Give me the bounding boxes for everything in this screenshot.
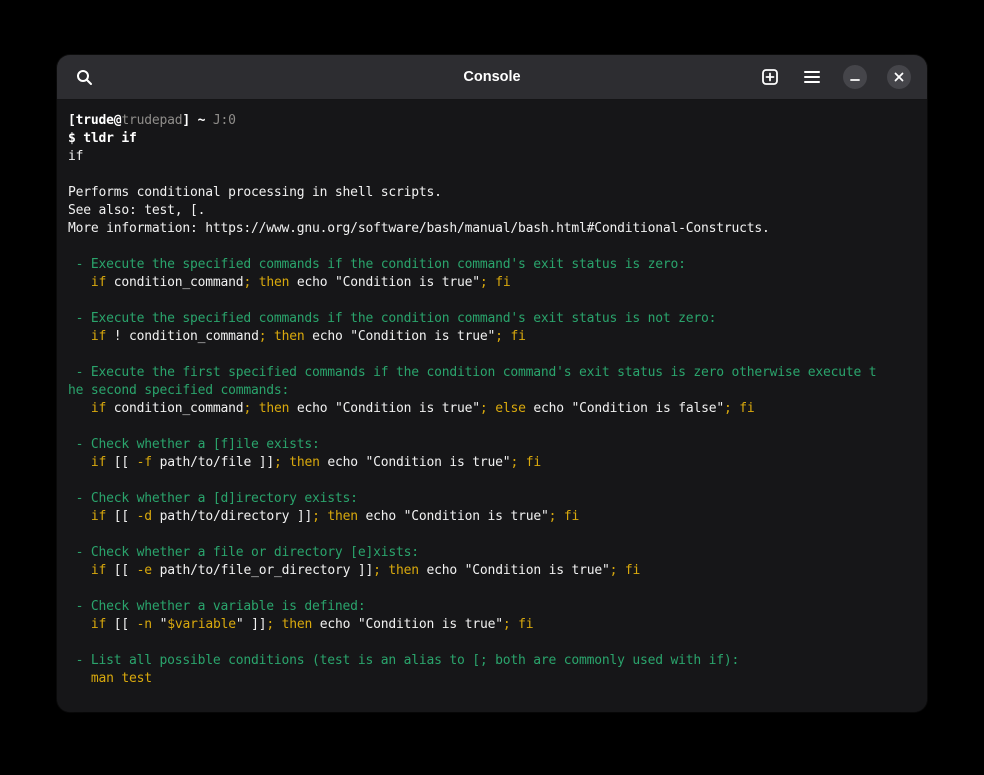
terminal-line [68,580,916,598]
terminal-line [68,238,916,256]
terminal-line: $ tldr if [68,130,916,148]
terminal-line: [trude@trudepad] ~ J:0 [68,112,916,130]
terminal-line [68,292,916,310]
terminal-line: - Execute the specified commands if the … [68,310,916,328]
terminal-line: - Check whether a variable is defined: [68,598,916,616]
titlebar[interactable]: Console [57,55,927,100]
terminal-line: if ! condition_command; then echo "Condi… [68,328,916,346]
terminal-line [68,346,916,364]
terminal-line [68,634,916,652]
new-tab-button[interactable] [753,60,787,94]
terminal-line: if [68,148,916,166]
terminal-line: - Execute the first specified commands i… [68,364,916,382]
terminal-line: Performs conditional processing in shell… [68,184,916,202]
terminal-line: - List all possible conditions (test is … [68,652,916,670]
search-icon [76,69,93,86]
hamburger-menu-icon [803,70,821,84]
terminal-line: if [[ -f path/to/file ]]; then echo "Con… [68,454,916,472]
terminal-line: if [[ -d path/to/directory ]]; then echo… [68,508,916,526]
terminal-line: - Execute the specified commands if the … [68,256,916,274]
terminal-line [68,166,916,184]
minimize-button[interactable] [843,65,867,89]
new-tab-icon [761,68,779,86]
menu-button[interactable] [795,60,829,94]
terminal-line: if condition_command; then echo "Conditi… [68,274,916,292]
search-button[interactable] [67,60,101,94]
terminal-line: More information: https://www.gnu.org/so… [68,220,916,238]
terminal-line: he second specified commands: [68,382,916,400]
terminal-line: if [[ -n "$variable" ]]; then echo "Cond… [68,616,916,634]
terminal-line [68,472,916,490]
terminal-line: See also: test, [. [68,202,916,220]
terminal-line: - Check whether a [f]ile exists: [68,436,916,454]
terminal-line: - Check whether a [d]irectory exists: [68,490,916,508]
terminal-line: - Check whether a file or directory [e]x… [68,544,916,562]
close-button[interactable] [887,65,911,89]
console-window: Console [57,55,927,712]
minimize-icon [850,72,860,82]
terminal-line [68,418,916,436]
terminal-line: if condition_command; then echo "Conditi… [68,400,916,418]
terminal-line [68,526,916,544]
terminal-line: if [[ -e path/to/file_or_directory ]]; t… [68,562,916,580]
close-icon [894,72,904,82]
terminal-screen[interactable]: [trude@trudepad] ~ J:0$ tldr ifif Perfor… [57,100,927,712]
terminal-line: man test [68,670,916,688]
